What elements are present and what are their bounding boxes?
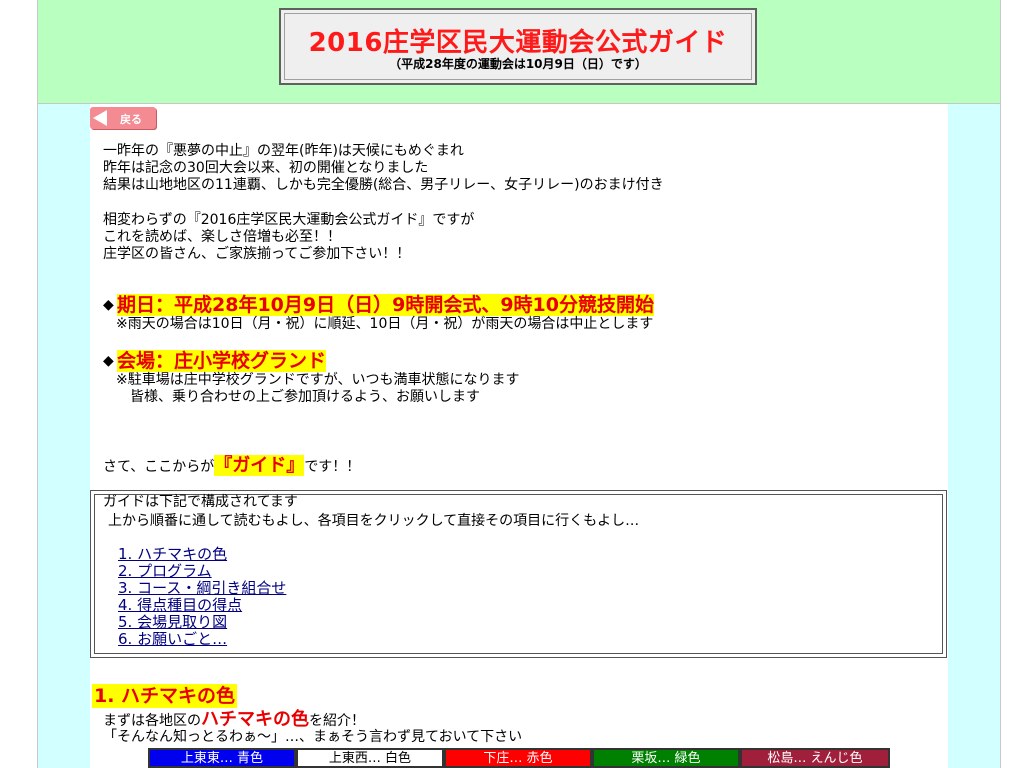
intro-line: これを読めば、楽しさ倍増も必至！！ — [103, 229, 341, 245]
page-subtitle: （平成28年度の運動会は10月9日（日）です） — [389, 57, 647, 71]
color-cell-kamihigashi-east: 上東東… 青色 — [148, 748, 296, 768]
date-note: ※雨天の場合は10日（月・祝）に順延、10日（月・祝）が雨天の場合は中止とします — [116, 316, 654, 332]
guide-lead: さて、ここからが『ガイド』です！！ — [103, 455, 361, 476]
venue-note: 皆様、乗り合わせの上ご参加頂けるよう、お願いします — [130, 389, 480, 405]
title-box: 2016庄学区民大運動会公式ガイド （平成28年度の運動会は10月9日（日）です… — [279, 8, 757, 85]
color-cell-kamihigashi-west: 上東西… 白色 — [296, 748, 444, 768]
intro-line: 昨年は記念の30回大会以来、初の開催となりました — [103, 160, 429, 176]
guide-box-line: 上から順番に通して読むもよし、各項目をクリックして直接その項目に行くもよし… — [108, 513, 640, 529]
diamond-bullet-icon: ◆ — [103, 353, 114, 369]
arrow-left-icon — [93, 110, 107, 126]
toc-link-program[interactable]: 2. プログラム — [118, 563, 212, 580]
guide-lead-highlight: 『ガイド』 — [214, 455, 305, 476]
date-headline: 期日：平成28年10月9日（日）9時開会式、9時10分競技開始 — [117, 294, 654, 316]
section1-text: まずは各地区の — [103, 713, 201, 729]
right-margin-band — [948, 104, 1000, 768]
toc-link-points[interactable]: 4. 得点種目の得点 — [118, 597, 242, 614]
section1-highlight: ハチマキの色 — [201, 709, 309, 730]
intro-line: 相変わらずの『2016庄学区民大運動会公式ガイド』ですが — [103, 212, 475, 228]
color-cell-matsushima: 松島… えんじ色 — [740, 748, 890, 768]
page-title: 2016庄学区民大運動会公式ガイド — [308, 28, 728, 58]
venue-headline: 会場：庄小学校グランド — [117, 350, 327, 372]
diamond-bullet-icon: ◆ — [103, 297, 114, 313]
guide-box-line: ガイドは下記で構成されてます — [103, 494, 298, 510]
section1-line: まずは各地区のハチマキの色を紹介！ — [103, 711, 365, 730]
divider — [1000, 0, 1001, 768]
toc-link-hachimaki[interactable]: 1. ハチマキの色 — [118, 546, 227, 563]
guide-lead-text: さて、ここからが — [103, 459, 215, 475]
divider — [37, 0, 38, 768]
section1-line: 「そんなん知っとるわぁ～」…、まぁそう言わず見ておいて下さい — [103, 729, 523, 745]
color-cell-kurisaka: 栗坂… 緑色 — [592, 748, 740, 768]
back-button-label: 戻る — [120, 113, 142, 126]
intro-line: 一昨年の『悪夢の中止』の翌年(昨年)は天候にもめぐまれ — [103, 143, 464, 159]
toc-link-requests[interactable]: 6. お願いごと… — [118, 631, 227, 648]
left-margin-band — [38, 104, 90, 768]
back-button[interactable]: 戻る — [90, 107, 156, 129]
toc-link-course[interactable]: 3. コース・綱引き組合せ — [118, 580, 286, 597]
toc-link-venue-map[interactable]: 5. 会場見取り図 — [118, 614, 227, 631]
intro-line: 結果は山地地区の11連覇、しかも完全優勝(総合、男子リレー、女子リレー)のおまけ… — [103, 177, 664, 193]
color-cell-shimosho: 下庄… 赤色 — [444, 748, 592, 768]
intro-line: 庄学区の皆さん、ご家族揃ってご参加下さい！！ — [103, 246, 411, 262]
venue-note: ※駐車場は庄中学校グランドですが、いつも満車状態になります — [116, 372, 520, 388]
section-heading: 1. ハチマキの色 — [92, 684, 238, 708]
divider — [38, 103, 1000, 104]
section1-text: を紹介！ — [309, 713, 365, 729]
guide-lead-text: です！！ — [304, 459, 361, 475]
